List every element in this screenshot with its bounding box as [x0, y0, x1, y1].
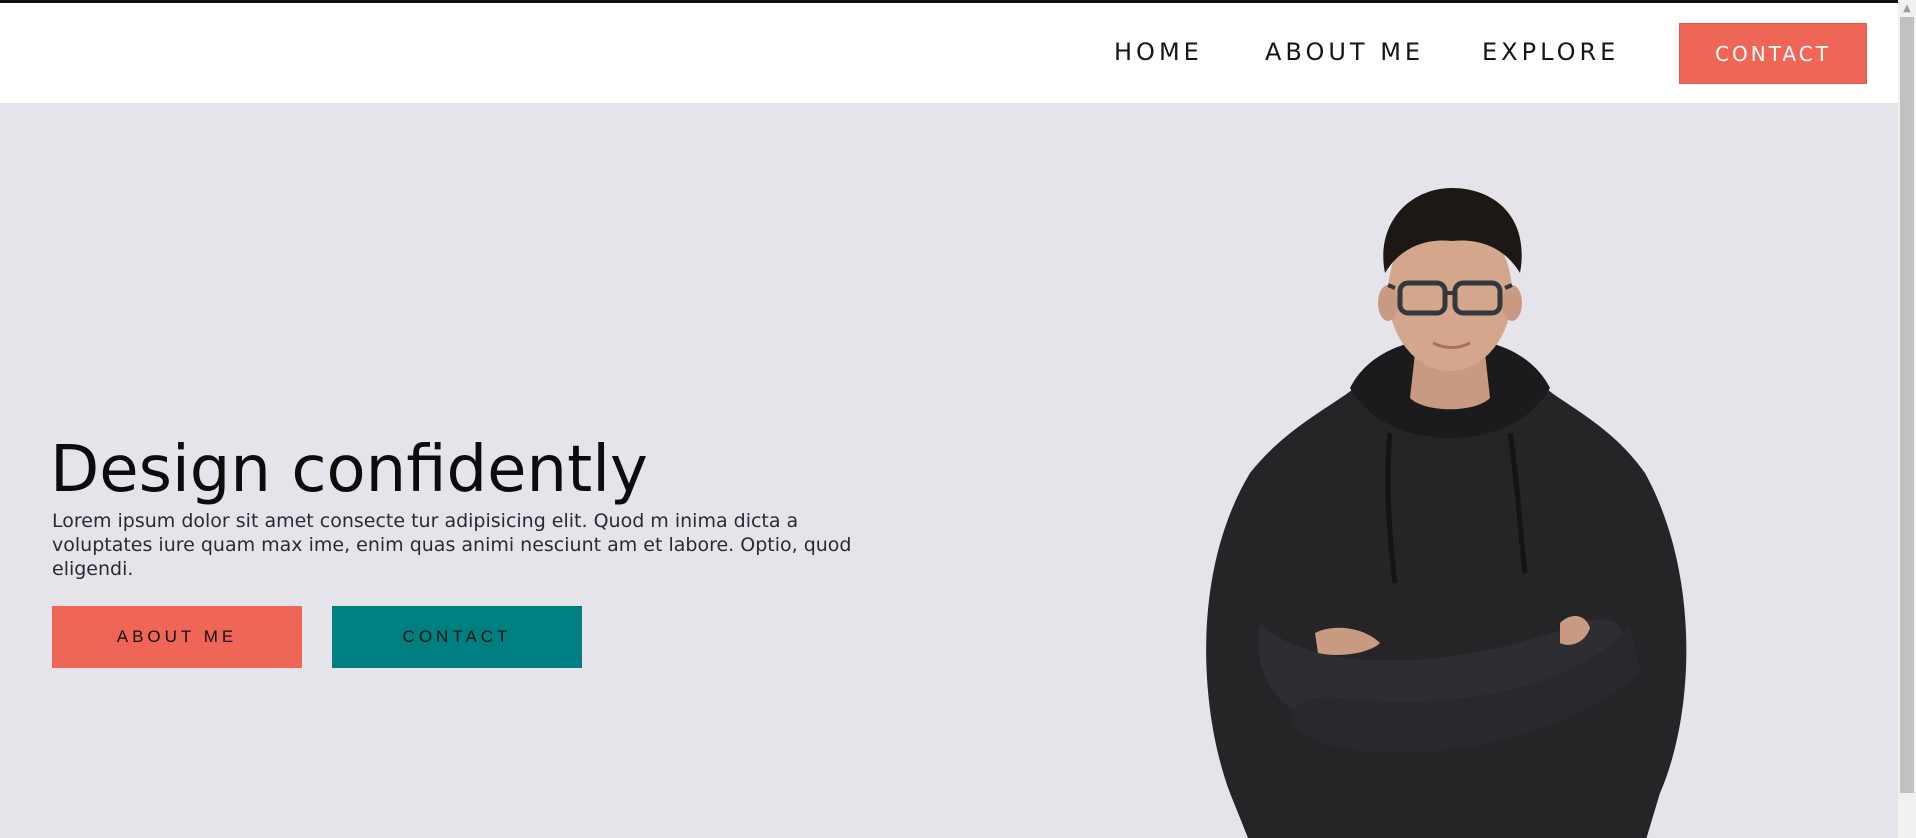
- person-photo: [1206, 188, 1687, 838]
- about-me-button[interactable]: ABOUT ME: [52, 606, 302, 668]
- chevron-up-icon[interactable]: ▲: [1898, 0, 1916, 17]
- hero-section: Design confidently Lorem ipsum dolor sit…: [0, 103, 1898, 838]
- navbar: HOME ABOUT ME EXPLORE CONTACT: [0, 3, 1898, 103]
- hero-title: Design confidently: [50, 433, 648, 507]
- nav-link-about-me[interactable]: ABOUT ME: [1265, 38, 1424, 66]
- scrollbar-thumb[interactable]: [1900, 17, 1914, 793]
- vertical-scrollbar[interactable]: ▲: [1898, 0, 1916, 838]
- contact-button[interactable]: CONTACT: [332, 606, 582, 668]
- nav-link-explore[interactable]: EXPLORE: [1482, 38, 1619, 66]
- nav-link-home[interactable]: HOME: [1114, 38, 1203, 66]
- page: HOME ABOUT ME EXPLORE CONTACT Design con…: [0, 0, 1916, 838]
- hero-description: Lorem ipsum dolor sit amet consecte tur …: [52, 510, 852, 580]
- nav-contact-button[interactable]: CONTACT: [1679, 23, 1867, 84]
